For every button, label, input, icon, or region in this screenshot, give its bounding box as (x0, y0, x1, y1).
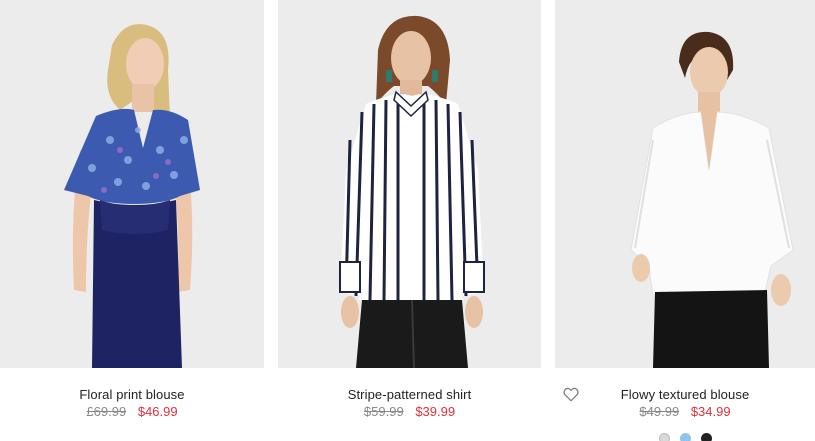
product-name[interactable]: Floral print blouse (0, 387, 264, 403)
color-swatches (555, 433, 815, 441)
product-info: Floral print blouse £69.99 $46.99 (0, 368, 264, 420)
color-swatch-black[interactable] (700, 433, 712, 441)
product-prices: $49.99 $34.99 (555, 404, 815, 420)
product-prices: £69.99 $46.99 (0, 404, 264, 420)
product-info: Stripe-patterned shirt $59.99 $39.99 (278, 368, 541, 420)
original-price: £69.99 (86, 404, 127, 419)
product-prices: $59.99 $39.99 (278, 404, 541, 420)
product-card[interactable]: Stripe-patterned shirt $59.99 $39.99 (278, 0, 541, 441)
product-card[interactable]: Flowy textured blouse $49.99 $34.99 (555, 0, 815, 441)
product-image-floral-blouse[interactable] (0, 0, 264, 368)
model-floral-blouse-illustration (0, 0, 264, 368)
product-name[interactable]: Flowy textured blouse (555, 387, 815, 403)
model-white-blouse-illustration (555, 0, 815, 368)
color-swatch-light-blue[interactable] (679, 433, 691, 441)
sale-price: $46.99 (137, 404, 178, 419)
original-price: $59.99 (363, 404, 404, 419)
product-image-striped-shirt[interactable] (278, 0, 541, 368)
product-image-white-blouse[interactable] (555, 0, 815, 368)
product-info: Flowy textured blouse $49.99 $34.99 (555, 368, 815, 420)
original-price: $49.99 (639, 404, 680, 419)
product-grid: Floral print blouse £69.99 $46.99 Stripe… (0, 0, 815, 441)
product-name[interactable]: Stripe-patterned shirt (278, 387, 541, 403)
sale-price: $39.99 (415, 404, 456, 419)
product-card[interactable]: Floral print blouse £69.99 $46.99 (0, 0, 264, 441)
model-striped-shirt-illustration (278, 0, 541, 368)
color-swatch-light-grey[interactable] (658, 433, 670, 441)
sale-price: $34.99 (690, 404, 731, 419)
